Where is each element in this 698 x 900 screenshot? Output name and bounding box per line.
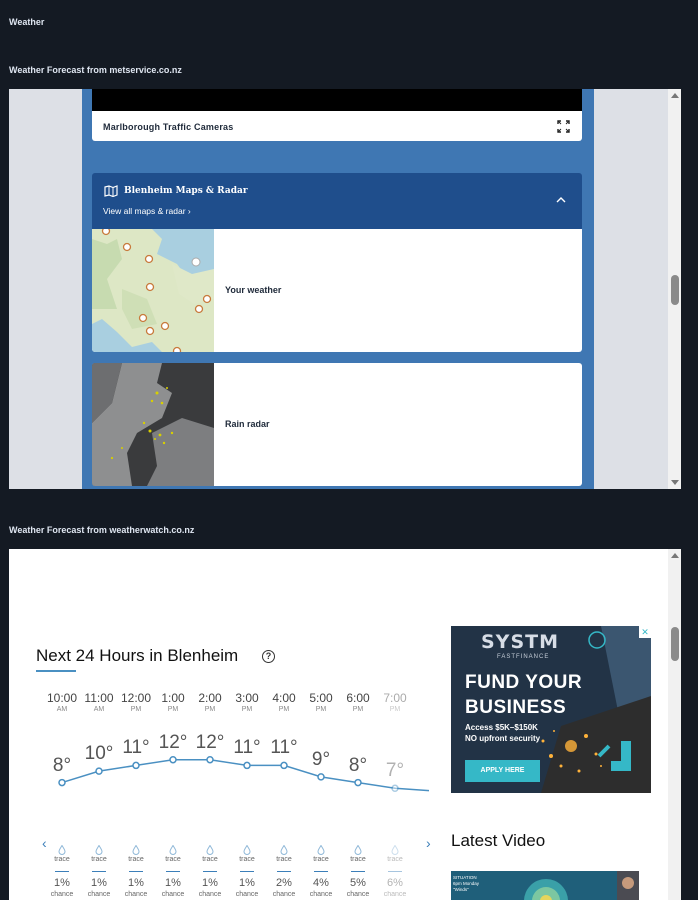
video-map-image — [451, 871, 639, 900]
video-caption-line: "Winds" — [453, 887, 469, 892]
rain-amount: trace — [350, 856, 366, 863]
metservice-content: Marlborough Traffic Cameras Blenheim Map… — [82, 89, 594, 489]
rain-amount: trace — [54, 856, 70, 863]
temperature-point — [169, 755, 177, 764]
rain-bar — [92, 871, 106, 872]
temperature-point — [280, 761, 288, 770]
temperature-point — [391, 784, 399, 793]
ad-apply-button[interactable]: APPLY HERE — [465, 760, 540, 782]
temperature-line-chart — [58, 755, 430, 793]
page-title: Weather — [9, 17, 45, 27]
rain-chance-percent: 1% — [202, 877, 218, 889]
rain-amount: trace — [128, 856, 144, 863]
ad-brand-sub: FASTFINANCE — [497, 654, 550, 660]
rain-chance-label: chance — [50, 891, 74, 898]
rain-chance-label: chance — [309, 891, 333, 898]
rain-chance-percent: 2% — [276, 877, 292, 889]
latest-video-heading: Latest Video — [451, 831, 546, 850]
ad-line-1: Access $5K–$150K — [465, 723, 538, 732]
rain-chance-label: chance — [161, 891, 185, 898]
weather-map-thumbnail — [92, 229, 214, 352]
scroll-down-arrow-icon[interactable] — [671, 480, 679, 485]
ad-close-icon[interactable]: ✕ — [639, 626, 651, 638]
rain-amount: trace — [239, 856, 255, 863]
rain-chance-label: chance — [198, 891, 222, 898]
traffic-camera-image[interactable] — [92, 89, 582, 111]
rain-chance-percent: 6% — [387, 877, 403, 889]
rain-chance-percent: 1% — [239, 877, 255, 889]
scroll-left-arrow-icon[interactable]: ‹ — [42, 835, 47, 851]
rain-chance-percent: 1% — [128, 877, 144, 889]
traffic-cameras-label: Marlborough Traffic Cameras — [103, 122, 234, 132]
chevron-up-icon[interactable] — [556, 196, 566, 204]
scroll-up-arrow-icon[interactable] — [671, 93, 679, 98]
rain-chance-label: chance — [346, 891, 370, 898]
map-icon — [104, 185, 118, 197]
rain-amount: trace — [165, 856, 181, 863]
rain-chance-percent: 1% — [54, 877, 70, 889]
rain-bar — [314, 871, 328, 872]
temperature-point — [58, 778, 66, 787]
scroll-right-arrow-icon[interactable]: › — [426, 835, 431, 851]
rain-bar — [277, 871, 291, 872]
rain-chance-label: chance — [383, 891, 407, 898]
weatherwatch-scrollbar[interactable] — [668, 549, 681, 900]
rain-bar — [55, 871, 69, 872]
weatherwatch-frame[interactable]: Next 24 Hours in Blenheim ? 10:00 AM 8° tra… — [9, 549, 681, 900]
your-weather-label: Your weather — [225, 285, 282, 295]
your-weather-card[interactable]: Your weather — [92, 229, 582, 352]
rain-amount: trace — [276, 856, 292, 863]
fullscreen-icon[interactable] — [557, 120, 570, 133]
rain-chance-percent: 1% — [91, 877, 107, 889]
rain-bar — [240, 871, 254, 872]
weatherwatch-section-label: Weather Forecast from weatherwatch.co.nz — [9, 525, 195, 535]
rain-bar — [203, 871, 217, 872]
temperature-point — [206, 755, 214, 764]
rain-chance-percent: 4% — [313, 877, 329, 889]
rain-amount: trace — [91, 856, 107, 863]
metservice-frame[interactable]: Marlborough Traffic Cameras Blenheim Map… — [9, 89, 681, 489]
rain-bar — [351, 871, 365, 872]
view-all-maps-link[interactable]: View all maps & radar › — [103, 206, 191, 216]
temperature-point — [354, 778, 362, 787]
temperature-point — [317, 773, 325, 781]
scroll-up-arrow-icon[interactable] — [671, 553, 679, 558]
ad-brand: SYSTM — [481, 631, 559, 653]
rain-amount: trace — [202, 856, 218, 863]
rain-bar — [388, 871, 402, 872]
rain-radar-thumbnail — [92, 363, 214, 486]
rain-chance-label: chance — [124, 891, 148, 898]
rain-chance-label: chance — [272, 891, 296, 898]
video-caption: SITUATION 6pm Monday "Winds" — [453, 875, 479, 893]
metservice-scrollbar[interactable] — [668, 89, 681, 489]
rain-bar — [166, 871, 180, 872]
temperature-point — [243, 761, 251, 770]
rain-chance-label: chance — [235, 891, 259, 898]
traffic-cameras-bar[interactable]: Marlborough Traffic Cameras — [92, 111, 582, 141]
rain-radar-card[interactable]: Rain radar — [92, 363, 582, 486]
scrollbar-thumb[interactable] — [671, 627, 679, 661]
rain-radar-label: Rain radar — [225, 419, 270, 429]
temperature-point — [95, 767, 103, 775]
rain-chance-percent: 5% — [350, 877, 366, 889]
temperature-point — [132, 761, 140, 770]
advertisement[interactable]: SYSTM FASTFINANCE FUND YOUR BUSINESS Acc… — [451, 626, 651, 793]
rain-amount: trace — [313, 856, 329, 863]
ad-headline-2: BUSINESS — [465, 697, 567, 718]
scrollbar-thumb[interactable] — [671, 275, 679, 305]
maps-radar-title: Blenheim Maps & Radar — [124, 186, 248, 196]
maps-radar-header[interactable]: Blenheim Maps & Radar View all maps & ra… — [92, 173, 582, 229]
rain-amount: trace — [387, 856, 403, 863]
rain-bar — [129, 871, 143, 872]
ad-line-2: NO upfront security — [465, 734, 541, 743]
metservice-section-label: Weather Forecast from metservice.co.nz — [9, 65, 182, 75]
ad-headline-1: FUND YOUR — [465, 672, 583, 693]
rain-chance-percent: 1% — [165, 877, 181, 889]
rain-chance-label: chance — [87, 891, 111, 898]
latest-video-thumbnail[interactable]: SITUATION 6pm Monday "Winds" — [451, 871, 639, 900]
